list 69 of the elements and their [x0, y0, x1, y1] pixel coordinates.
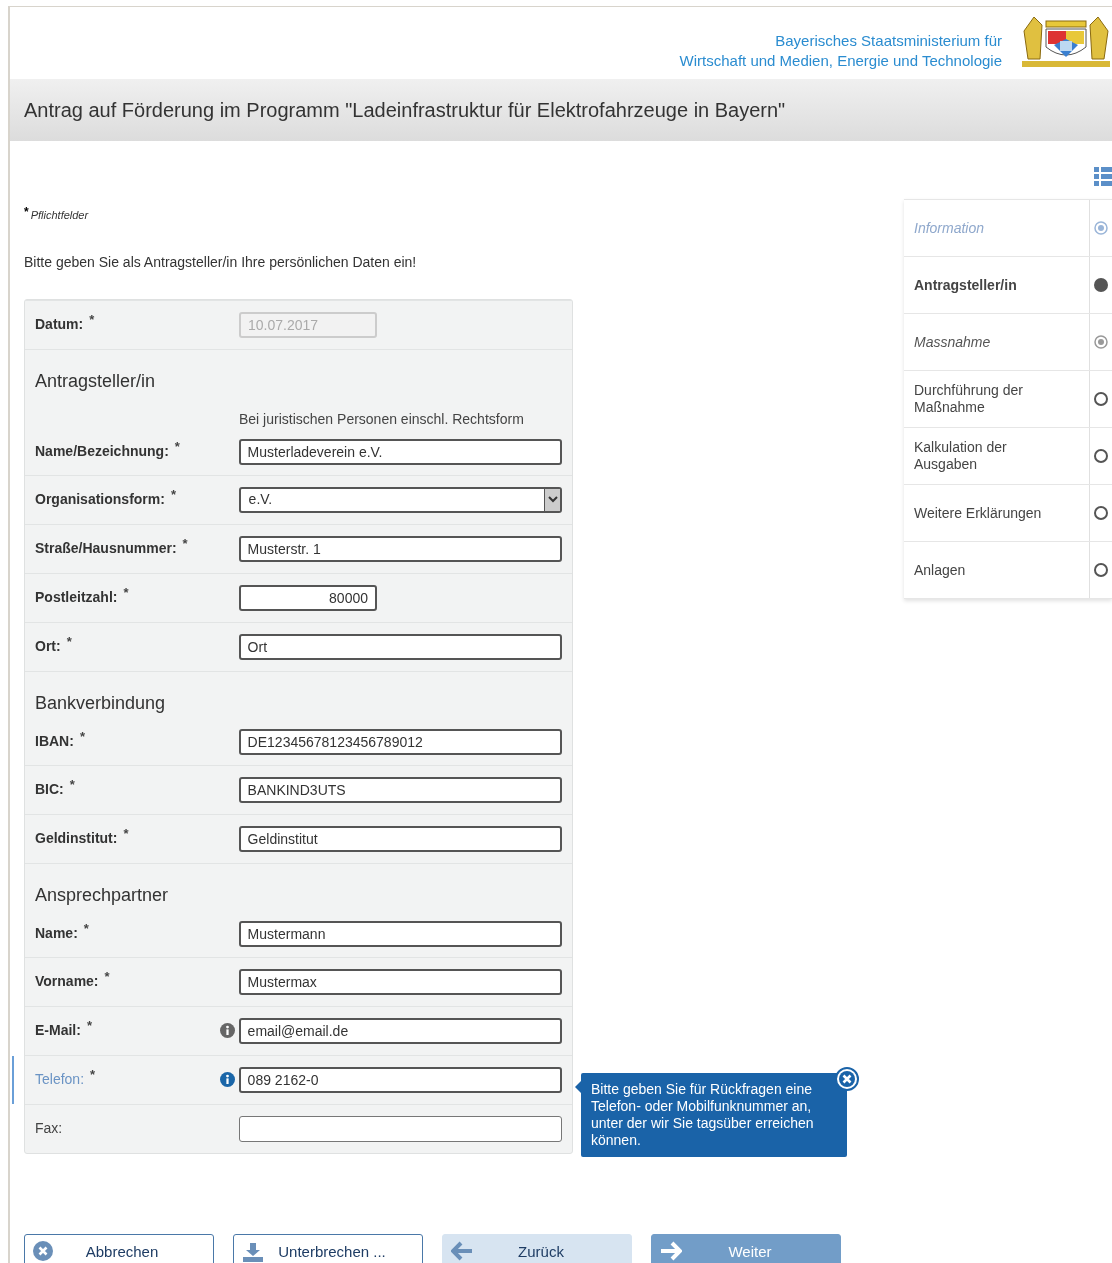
required-mark: *: [123, 587, 129, 599]
input-field[interactable]: email@email.de: [238, 1017, 562, 1044]
intro-text: Bitte geben Sie als Antragsteller/in Ihre persönlichen Daten ein!: [24, 252, 418, 272]
required-mark: *: [123, 828, 129, 840]
step-link[interactable]: Weitere Erklärungen: [914, 504, 1042, 522]
download-icon: [242, 1240, 264, 1263]
field-label: Fax:: [35, 1119, 63, 1138]
step-link[interactable]: Kalkulation der Ausgaben: [914, 439, 1059, 473]
arrow-left-icon: [451, 1240, 473, 1261]
field-label: IBAN:: [35, 732, 74, 751]
field-label: Organisationsform:: [35, 490, 165, 509]
close-icon[interactable]: [835, 1067, 859, 1091]
section-heading: Bankverbindung: [35, 691, 167, 715]
field-label: Name:: [35, 924, 78, 943]
input-field[interactable]: 089 2162-0: [238, 1066, 562, 1093]
step-link[interactable]: Antragsteller/in: [914, 276, 1017, 294]
required-mark: *: [66, 636, 72, 648]
field-label: Postleitzahl:: [35, 588, 118, 607]
required-mark: *: [89, 314, 95, 326]
input-field[interactable]: BANKIND3UTS: [238, 776, 562, 803]
required-mark: *: [90, 1069, 96, 1081]
input-field[interactable]: Musterstr. 1: [238, 535, 562, 562]
input-field[interactable]: DE12345678123456789012: [238, 728, 562, 755]
input-field[interactable]: Mustermann: [238, 920, 562, 947]
input-field[interactable]: Geldinstitut: [238, 825, 562, 852]
ministry-name: Bayerisches Staatsministerium für: [775, 31, 1002, 51]
action-button[interactable]: Abbrechen: [24, 1233, 214, 1263]
info-icon[interactable]: [219, 1072, 235, 1087]
required-mark: *: [79, 731, 85, 743]
step-link[interactable]: Anlagen: [914, 561, 966, 579]
input-field[interactable]: 80000: [239, 584, 377, 611]
tooltip-text: Bitte geben Sie für Rückfragen eine Telefon- oder Mobilfunknummer an, unter der wir Sie tagsüber erreichen können.: [591, 1081, 815, 1149]
input-field[interactable]: [238, 1115, 562, 1142]
page-title: Antrag auf Förderung im Programm "Ladeinfrastruktur für Elektrofahrzeuge in Bayern": [24, 98, 786, 123]
input-field[interactable]: Musterladeverein e.V.: [238, 438, 562, 465]
field-label: Ort:: [35, 637, 61, 656]
action-button[interactable]: Unterbrechen ...: [233, 1233, 423, 1263]
required-mark: *: [174, 441, 180, 453]
dropdown-caret-icon: [547, 496, 558, 503]
select-field[interactable]: e.V.: [238, 486, 562, 513]
action-button[interactable]: Zurück: [442, 1233, 632, 1263]
field-label: Name/Bezeichnung:: [35, 442, 169, 461]
required-mark: *: [86, 1020, 92, 1032]
info-icon[interactable]: [219, 1023, 235, 1038]
field-label: BIC:: [35, 780, 64, 799]
required-mark: *: [182, 538, 188, 550]
grid-icon[interactable]: [1094, 167, 1112, 187]
field-label: Geldinstitut:: [35, 829, 118, 848]
required-mark: *: [104, 971, 110, 983]
required-mark: *: [170, 489, 176, 501]
field-label: Datum:: [35, 315, 84, 334]
required-mark: *: [24, 207, 29, 217]
field-label: Straße/Hausnummer:: [35, 539, 177, 558]
step-link[interactable]: Massnahme: [914, 333, 991, 351]
field-hint: Bei juristischen Personen einschl. Rechtsform: [239, 410, 524, 427]
section-heading: Antragsteller/in: [35, 369, 157, 393]
ministry-name: Wirtschaft und Medien, Energie und Technologie: [679, 51, 1002, 71]
field-label: E-Mail:: [35, 1021, 81, 1040]
arrow-right-icon: [660, 1240, 682, 1261]
input-field[interactable]: Ort: [238, 633, 562, 660]
close-icon: [33, 1240, 53, 1261]
input-field[interactable]: Mustermax: [238, 968, 562, 995]
section-heading: Ansprechpartner: [35, 883, 170, 907]
step-link[interactable]: Durchführung der Maßnahme: [914, 382, 1059, 416]
field-label: Vorname:: [35, 972, 99, 991]
field-label: Telefon:: [35, 1070, 85, 1089]
required-fields-note: Pflichtfelder: [30, 208, 89, 223]
required-mark: *: [69, 779, 75, 791]
required-mark: *: [83, 923, 89, 935]
